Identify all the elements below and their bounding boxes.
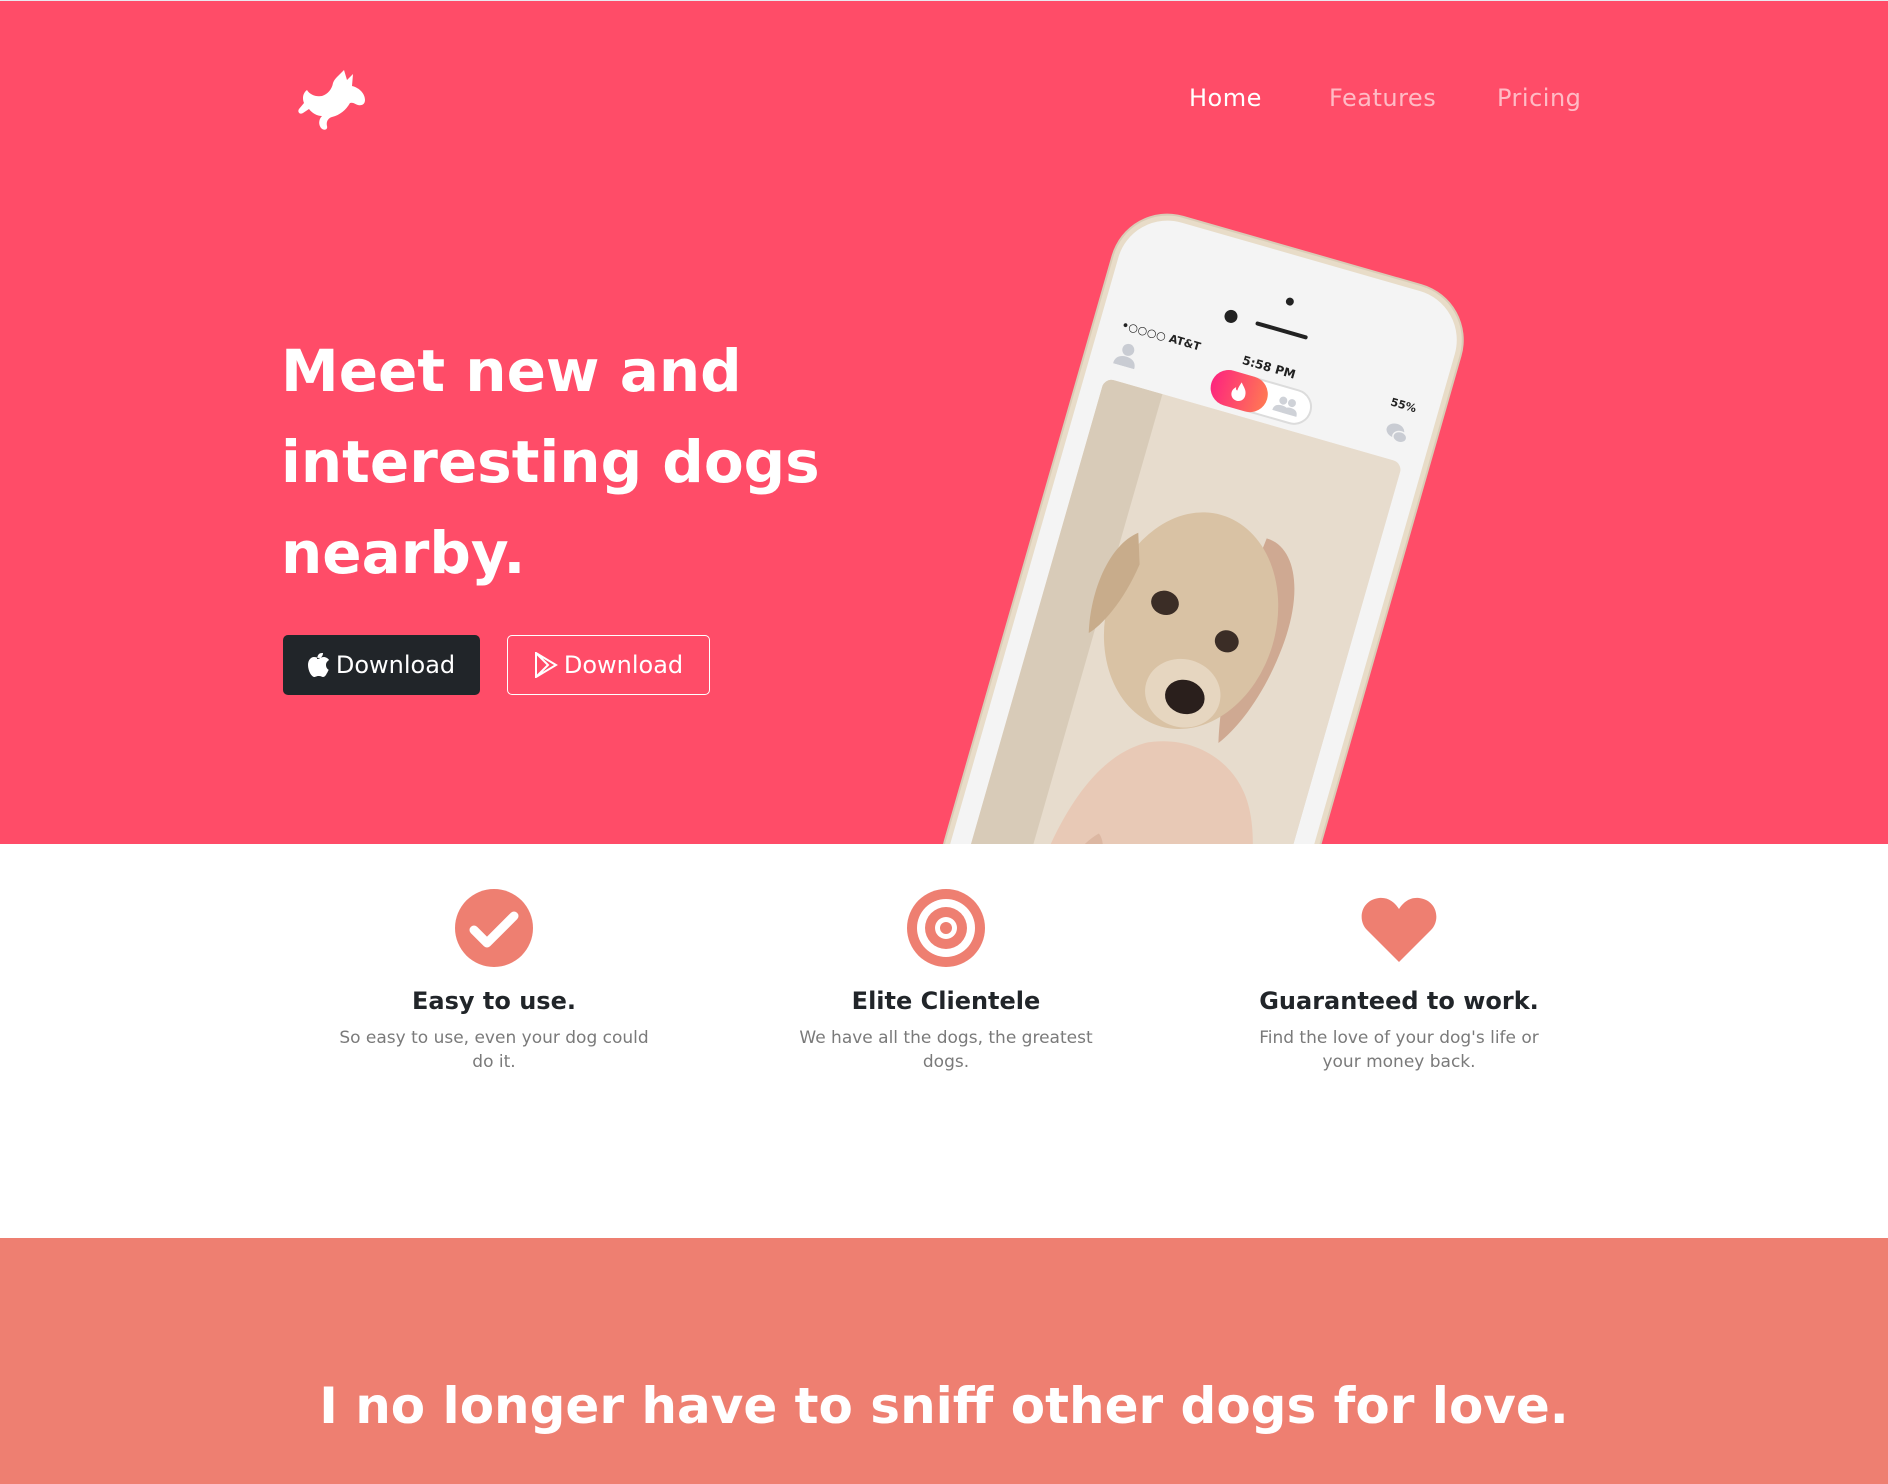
feature-guaranteed: Guaranteed to work. Find the love of you… (1229, 888, 1569, 1074)
running-dog-icon[interactable] (292, 70, 370, 138)
hero-headline: Meet new and interesting dogs nearby. (281, 337, 820, 587)
phone-frame: •○○○○ AT&T 5:58 PM 55% (930, 202, 1476, 844)
app-store-download-button[interactable]: Download (283, 635, 480, 695)
dog-photo (950, 377, 1403, 844)
top-divider (0, 0, 1888, 1)
google-play-download-button[interactable]: Download (507, 635, 710, 695)
nav-pricing[interactable]: Pricing (1497, 84, 1581, 112)
google-play-download-label: Download (563, 651, 684, 679)
phone-sensor (1284, 296, 1295, 307)
heart-icon (1359, 888, 1439, 968)
app-store-download-label: Download (335, 651, 456, 679)
feature-title: Easy to use. (412, 987, 576, 1015)
target-icon (906, 888, 986, 968)
apple-icon (307, 653, 330, 677)
phone-camera (1222, 308, 1240, 325)
hero-section: Home Features Pricing Meet new and inter… (0, 0, 1888, 844)
nav-features[interactable]: Features (1329, 84, 1436, 112)
feature-title: Elite Clientele (851, 987, 1041, 1015)
feature-elite-clientele: Elite Clientele We have all the dogs, th… (776, 888, 1116, 1074)
feature-description: So easy to use, even your dog could do i… (339, 1028, 649, 1072)
testimonial-quote: I no longer have to sniff other dogs for… (319, 1377, 1569, 1435)
group-icon (1272, 396, 1297, 417)
feature-description: Find the love of your dog's life or your… (1259, 1028, 1539, 1072)
phone-mockup: •○○○○ AT&T 5:58 PM 55% (930, 202, 1476, 844)
status-battery: 55% (1389, 395, 1418, 416)
google-play-icon (534, 652, 558, 678)
nav-home[interactable]: Home (1189, 84, 1262, 112)
profile-icon (1113, 340, 1141, 370)
testimonial-section: I no longer have to sniff other dogs for… (0, 1238, 1888, 1484)
phone-speaker (1255, 321, 1309, 340)
feature-easy-to-use: Easy to use. So easy to use, even your d… (324, 888, 664, 1074)
checkmark-circle-icon (454, 888, 534, 968)
feature-title: Guaranteed to work. (1259, 987, 1539, 1015)
chat-icon (1382, 419, 1411, 447)
feature-description: We have all the dogs, the greatest dogs. (799, 1028, 1093, 1072)
